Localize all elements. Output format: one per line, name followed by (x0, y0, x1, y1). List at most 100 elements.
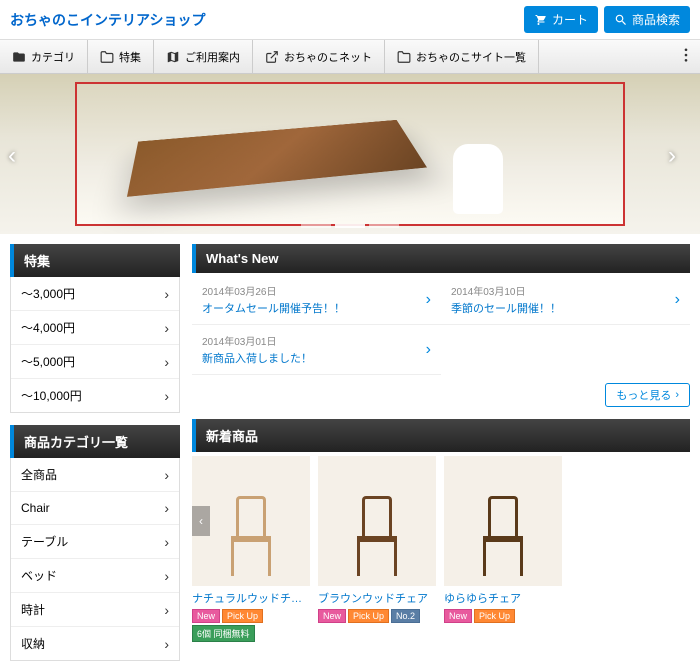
product-name[interactable]: ブラウンウッドチェア (318, 590, 436, 606)
product-image[interactable] (318, 456, 436, 586)
news-item[interactable]: 2014年03月26日オータムセール開催予告！！› (192, 275, 441, 325)
news-title: 季節のセール開催！！ (451, 300, 561, 316)
chevron-right-icon: › (164, 286, 169, 302)
news-item[interactable]: 2014年03月01日新商品入荷しました！ › (192, 325, 441, 375)
sidebar-category-item[interactable]: 時計 › (11, 593, 179, 627)
item-label: 〜10,000円 (21, 387, 82, 404)
product-carousel: ‹ ナチュラルウッドチェアNewPick Up6個 同梱無料ブラウンウッドチェア… (192, 456, 690, 642)
product-badge: Pick Up (222, 609, 263, 623)
map-icon (166, 50, 180, 64)
nav-label: カテゴリ (31, 49, 75, 65)
product-card: ゆらゆらチェア NewPick Up (444, 456, 562, 642)
more-news-button[interactable]: もっと見る › (605, 383, 690, 407)
chevron-right-icon: › (164, 602, 169, 618)
carousel-dot[interactable] (369, 224, 399, 228)
sidebar-category-item[interactable]: 全商品 › (11, 458, 179, 492)
more-label: もっと見る (616, 387, 671, 403)
chevron-right-icon: › (426, 291, 431, 309)
main-nav: カテゴリ 特集 ご利用案内 おちゃのこネット おちゃのこサイト一覧 (0, 40, 700, 74)
chevron-right-icon: › (164, 534, 169, 550)
product-badge: 6個 同梱無料 (192, 625, 255, 642)
carousel-prev-button[interactable]: ‹ (8, 142, 32, 166)
carousel-dot[interactable] (335, 224, 365, 228)
chevron-right-icon: › (164, 636, 169, 652)
sidebar-feature-item[interactable]: 〜10,000円 › (11, 379, 179, 412)
product-name[interactable]: ゆらゆらチェア (444, 590, 562, 606)
news-list: 2014年03月26日オータムセール開催予告！！›2014年03月10日季節のセ… (192, 275, 690, 375)
sidebar-category-heading: 商品カテゴリ一覧 (10, 425, 180, 458)
product-badge: New (192, 609, 220, 623)
product-badges: NewPick UpNo.2 (318, 609, 436, 623)
sidebar-category-item[interactable]: テーブル › (11, 525, 179, 559)
product-card: ナチュラルウッドチェア NewPick Up 6個 同梱無料 (192, 456, 310, 642)
chevron-right-icon: › (675, 291, 680, 309)
chevron-right-icon: › (164, 568, 169, 584)
item-label: テーブル (21, 533, 68, 550)
hero-carousel: ‹ › (0, 74, 700, 234)
cart-icon (534, 14, 548, 26)
chevron-right-icon: › (426, 341, 431, 359)
nav-guide[interactable]: ご利用案内 (154, 40, 253, 73)
product-badge: Pick Up (348, 609, 389, 623)
nav-ochanoko-sites[interactable]: おちゃのこサイト一覧 (385, 40, 539, 73)
product-scroll-left-button[interactable]: ‹ (192, 506, 210, 536)
product-badge: No.2 (391, 609, 420, 623)
news-title: オータムセール開催予告！！ (202, 300, 345, 316)
sidebar-feature-item[interactable]: 〜3,000円 › (11, 277, 179, 311)
cart-label: カート (552, 11, 588, 28)
nav-category[interactable]: カテゴリ (0, 40, 88, 73)
nav-ochanoko-net[interactable]: おちゃのこネット (253, 40, 385, 73)
new-arrivals-heading: 新着商品 (192, 419, 690, 452)
sidebar-category-item[interactable]: ベッド › (11, 559, 179, 593)
product-name[interactable]: ナチュラルウッドチェア (192, 590, 310, 606)
news-title: 新商品入荷しました！ (202, 350, 312, 366)
carousel-dot[interactable] (301, 224, 331, 228)
item-label: 全商品 (21, 466, 57, 483)
nav-feature[interactable]: 特集 (88, 40, 154, 73)
whats-new-heading: What's New (192, 244, 690, 273)
chevron-right-icon: › (164, 320, 169, 336)
hero-image-table (127, 120, 427, 197)
sidebar-feature-list: 〜3,000円›〜4,000円›〜5,000円›〜10,000円› (10, 277, 180, 413)
search-icon (614, 13, 628, 27)
nav-more-button[interactable] (672, 40, 700, 73)
product-badges: NewPick Up 6個 同梱無料 (192, 609, 310, 642)
product-badge: Pick Up (474, 609, 515, 623)
news-text: 2014年03月01日新商品入荷しました！ (202, 333, 312, 366)
folder-icon (397, 50, 411, 64)
sidebar-category-item[interactable]: Chair› (11, 492, 179, 525)
chevron-right-icon: › (675, 389, 679, 401)
hero-slide[interactable] (75, 82, 625, 226)
item-label: 〜4,000円 (21, 319, 75, 336)
chevron-right-icon: › (164, 354, 169, 370)
item-label: 時計 (21, 601, 45, 618)
more-vertical-icon (684, 48, 688, 62)
sidebar-category-list: 全商品 › Chair› テーブル › ベッド › 時計 › 収納 › (10, 458, 180, 661)
site-title[interactable]: おちゃのこインテリアショップ (10, 10, 518, 30)
news-date: 2014年03月10日 (451, 283, 561, 298)
nav-label: 特集 (119, 49, 141, 65)
sidebar-feature-item[interactable]: 〜4,000円 › (11, 311, 179, 345)
item-label: 収納 (21, 635, 45, 652)
carousel-indicators (301, 224, 399, 228)
sidebar-category-item[interactable]: 収納 › (11, 627, 179, 660)
product-image[interactable] (444, 456, 562, 586)
sidebar-feature-item[interactable]: 〜5,000円› (11, 345, 179, 379)
item-label: 〜3,000円 (21, 285, 75, 302)
external-link-icon (265, 50, 279, 64)
cart-button[interactable]: カート (524, 6, 598, 33)
carousel-next-button[interactable]: › (668, 142, 692, 166)
item-label: ベッド (21, 567, 57, 584)
folder-icon (12, 50, 26, 64)
chevron-right-icon: › (164, 388, 169, 404)
nav-label: おちゃのこネット (284, 49, 372, 65)
product-badges: NewPick Up (444, 609, 562, 623)
chevron-right-icon: › (164, 467, 169, 483)
product-badge: New (318, 609, 346, 623)
nav-label: ご利用案内 (185, 49, 240, 65)
hero-image-chair (453, 144, 503, 214)
product-card: ブラウンウッドチェア NewPick UpNo.2 (318, 456, 436, 642)
news-item[interactable]: 2014年03月10日季節のセール開催！！ › (441, 275, 690, 325)
search-button[interactable]: 商品検索 (604, 6, 690, 33)
sidebar-feature-heading: 特集 (10, 244, 180, 277)
